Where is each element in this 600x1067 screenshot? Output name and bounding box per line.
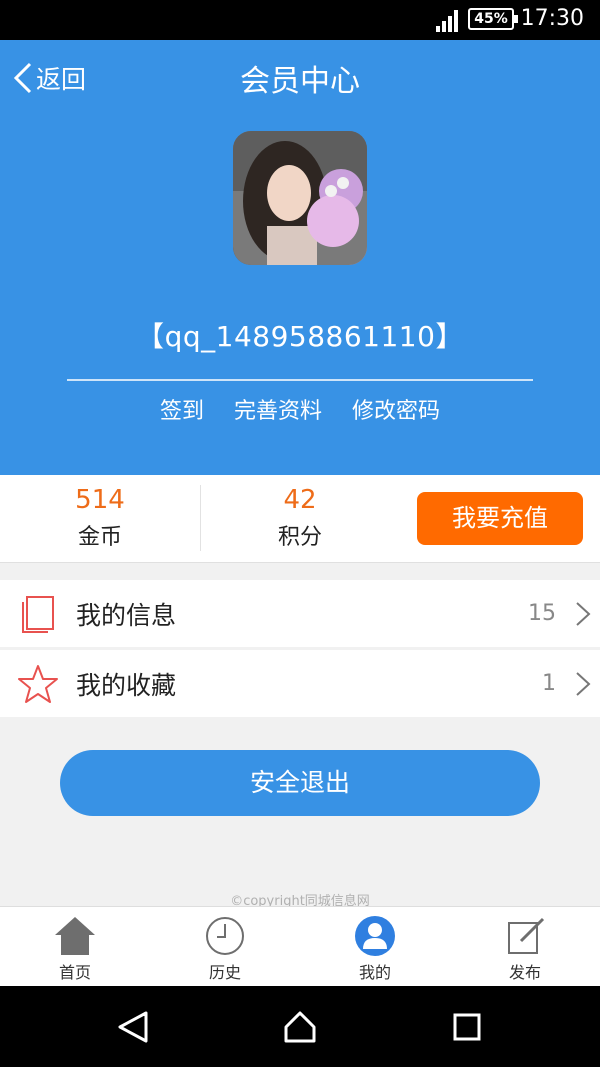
home-nav-icon[interactable] (283, 1010, 317, 1044)
points-stat: 42 积分 (200, 485, 400, 551)
points-value: 42 (283, 485, 317, 515)
coins-value: 514 (75, 485, 125, 515)
coins-stat: 514 金币 (0, 485, 200, 551)
points-label: 积分 (277, 525, 322, 550)
chevron-right-icon (576, 672, 591, 696)
edit-icon (508, 917, 545, 954)
star-icon (18, 665, 58, 703)
recharge-button[interactable]: 我要充值 (417, 492, 583, 545)
list-item-my-messages[interactable]: 我的信息 15 (0, 580, 600, 647)
tab-label: 我的 (358, 963, 391, 982)
avatar-image (233, 131, 367, 265)
logout-button[interactable]: 安全退出 (60, 750, 540, 816)
user-icon (355, 916, 395, 956)
divider (67, 379, 533, 381)
bottom-tab-bar: 首页 历史 我的 发布 (0, 906, 600, 986)
change-password-link[interactable]: 修改密码 (352, 393, 440, 425)
list-item-count: 1 (542, 671, 556, 696)
document-icon (22, 596, 54, 633)
tab-label: 发布 (508, 963, 541, 982)
checkin-link[interactable]: 签到 (160, 393, 204, 425)
list-item-count: 15 (528, 601, 556, 626)
signal-icon (436, 10, 458, 32)
tab-label: 首页 (58, 963, 91, 982)
list-item-my-favorites[interactable]: 我的收藏 1 (0, 650, 600, 717)
header-links: 签到 完善资料 修改密码 (0, 393, 600, 425)
status-time: 17:30 (520, 6, 584, 31)
tab-mine[interactable]: 我的 (300, 915, 450, 983)
menu-list: 我的信息 15 我的收藏 1 (0, 580, 600, 717)
tab-label: 历史 (208, 963, 241, 982)
username: 【qq_148958861110】 (136, 320, 464, 353)
back-triangle-icon[interactable] (116, 1010, 150, 1044)
avatar[interactable] (233, 131, 367, 265)
tab-home[interactable]: 首页 (0, 915, 150, 983)
recent-apps-icon[interactable] (450, 1010, 484, 1044)
clock-icon (206, 917, 244, 955)
page-title: 会员中心 (240, 64, 360, 99)
tab-post[interactable]: 发布 (450, 915, 600, 983)
profile-header: 返回 会员中心 【qq_148958861110】 签到 完善资料 修改密码 (0, 40, 600, 475)
chevron-right-icon (576, 602, 591, 626)
status-bar: 45% 17:30 (0, 0, 600, 40)
list-item-label: 我的信息 (76, 600, 177, 630)
list-item-label: 我的收藏 (76, 670, 177, 700)
home-icon (55, 917, 95, 955)
tab-history[interactable]: 历史 (150, 915, 300, 983)
complete-profile-link[interactable]: 完善资料 (234, 393, 322, 425)
stats-row: 514 金币 42 积分 我要充值 (0, 475, 600, 563)
system-nav-bar (0, 986, 600, 1067)
coins-label: 金币 (77, 525, 122, 550)
battery-indicator: 45% (468, 8, 518, 30)
